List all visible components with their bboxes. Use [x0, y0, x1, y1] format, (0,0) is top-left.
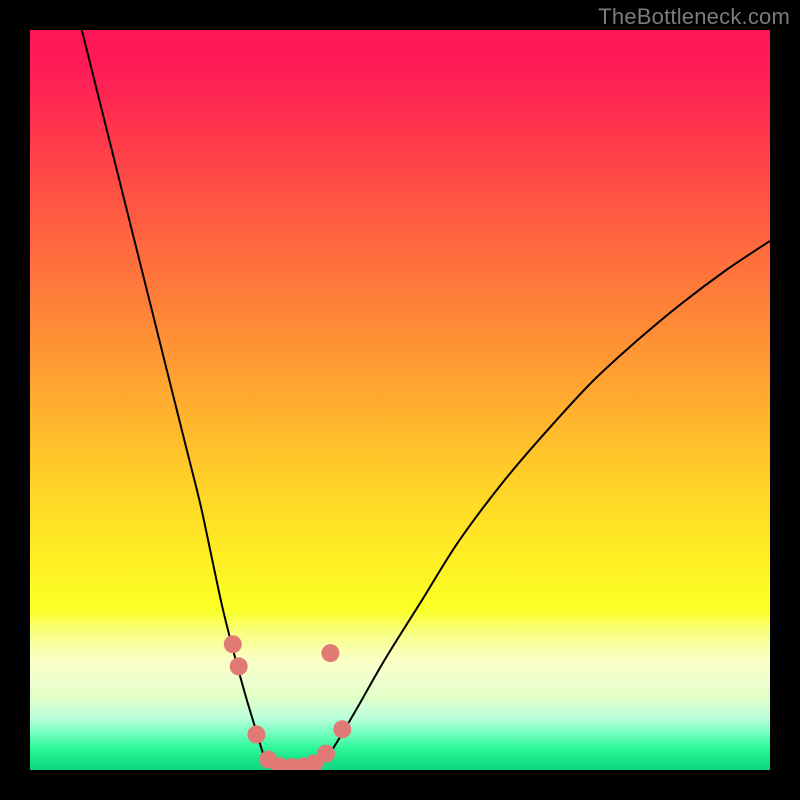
outer-frame: TheBottleneck.com — [0, 0, 800, 800]
curve-marker — [333, 720, 351, 738]
watermark-text: TheBottleneck.com — [598, 4, 790, 30]
curve-layer — [30, 30, 770, 770]
bottleneck-curve — [82, 30, 770, 770]
marker-group — [224, 635, 351, 770]
curve-marker — [317, 745, 335, 763]
curve-marker — [321, 644, 339, 662]
curve-marker — [247, 726, 265, 744]
curve-marker — [230, 657, 248, 675]
plot-area — [30, 30, 770, 770]
curve-marker — [224, 635, 242, 653]
